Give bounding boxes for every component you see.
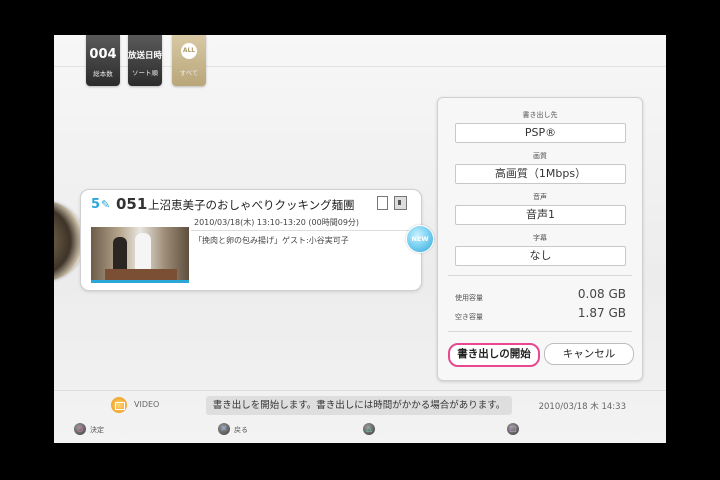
free-capacity-value: 1.87 GB [577,306,626,320]
used-capacity-label: 使用容量 [455,294,483,302]
item-datetime: 2010/03/18(木) 13:10-13:20 (00時間09分) [194,218,360,227]
tab-total-count[interactable]: 004 総本数 [86,35,120,86]
item-title: 上沼恵美子のおしゃべりクッキング麺團 [148,198,355,212]
destination-field[interactable]: PSP® [455,123,626,143]
confirm-label: 決定 [90,426,104,434]
back-label: 戻る [234,426,248,434]
tab-sort-order[interactable]: 放送日時 ソート順 [128,35,162,86]
lock-icon [394,196,407,210]
destination-label: 書き出し先 [522,111,558,119]
document-icon [377,196,388,210]
panel-divider [448,275,632,276]
status-message: 書き出しを開始します。書き出しには時間がかかる場合があります。 [206,396,512,415]
series-number: 5 [91,197,101,212]
sort-order-label: ソート順 [132,69,158,77]
audio-label: 音声 [533,193,547,201]
filter-all-label: すべて [179,69,199,77]
cancel-button[interactable]: キャンセル [544,343,634,365]
subtitle-label: 字幕 [533,234,547,242]
triangle-button-icon[interactable]: △ [363,423,375,435]
subtitle-field[interactable]: なし [455,246,626,266]
bottom-divider [54,390,666,391]
item-number: 051 [116,195,148,213]
tab-filter-all[interactable]: ALL すべて [172,35,206,86]
free-capacity-label: 空き容量 [455,313,483,321]
circle-button-icon[interactable]: ○ [74,423,86,435]
sort-order-value: 放送日時 [128,51,163,61]
recording-item-card[interactable]: 5 ✎ 051 上沼恵美子のおしゃべりクッキング麺團 2010/03/18(木)… [80,189,422,291]
export-panel: 書き出し先 PSP® 画質 高画質（1Mbps） 音声 音声1 字幕 なし 使用… [437,97,643,381]
cross-button-icon[interactable]: ✕ [218,423,230,435]
clock: 2010/03/18 木 14:33 [538,402,626,412]
audio-field[interactable]: 音声1 [455,205,626,225]
quality-label: 画質 [533,152,547,160]
video-icon [111,397,127,413]
total-count-label: 総本数 [93,70,113,78]
new-badge: NEW [406,225,434,253]
total-count-value: 004 [89,47,117,62]
quality-field[interactable]: 高画質（1Mbps） [455,164,626,184]
square-button-icon[interactable]: □ [507,423,519,435]
item-description: 「挽肉と卵の包み揚げ」ゲスト:小谷実可子 [194,236,349,245]
panel-divider-2 [448,331,632,332]
used-capacity-value: 0.08 GB [577,287,626,301]
pencil-icon: ✎ [101,198,111,211]
item-thumbnail [91,227,189,283]
app-label: VIDEO [134,400,160,409]
card-divider [191,230,415,231]
start-export-button[interactable]: 書き出しの開始 [448,343,540,367]
all-icon: ALL [181,43,197,59]
bottom-bar: VIDEO 書き出しを開始します。書き出しには時間がかかる場合があります。 20… [54,389,666,443]
screen: 004 総本数 放送日時 ソート順 ALL すべて 5 ✎ 051 上沼恵美子の… [54,35,666,443]
